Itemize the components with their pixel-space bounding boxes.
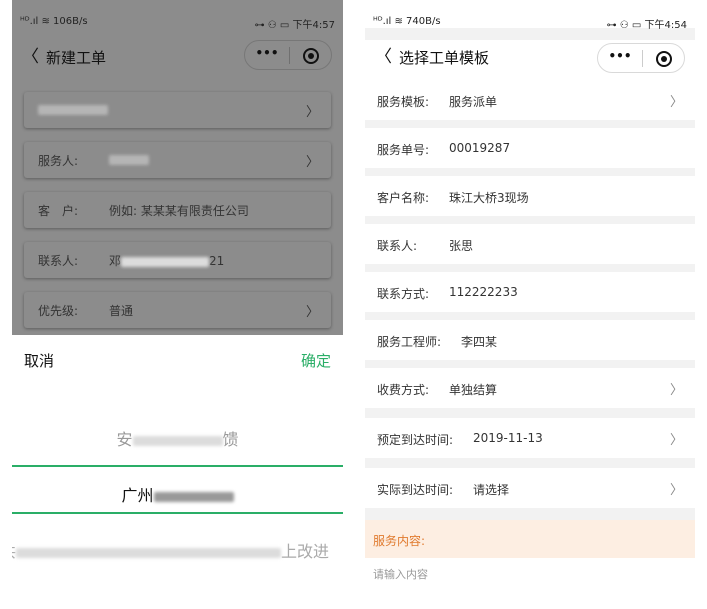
row-service-template[interactable]: 服务模板: 服务派单 〉 xyxy=(365,80,695,120)
row-customer-name: 客户名称: 珠江大桥3现场 xyxy=(365,176,695,216)
customer-input[interactable]: 例如: 某某某有限责任公司 xyxy=(109,202,249,219)
mini-program-capsule: ••• xyxy=(597,43,685,73)
row-value: 李四某 xyxy=(461,335,498,349)
row-service-engineer: 服务工程师: 李四某 xyxy=(365,320,695,360)
nav-bar: 〈 新建工单 ••• xyxy=(12,40,343,76)
row-scheduled-arrival[interactable]: 预定到达时间: 2019-11-13 〉 xyxy=(365,418,695,458)
form-row-priority[interactable]: 优先级: 普通 〉 xyxy=(24,292,331,328)
row-value: 00019287 xyxy=(449,141,511,155)
row-label: 服务单号: xyxy=(377,143,430,157)
chevron-right-icon: 〉 xyxy=(669,383,683,398)
priority-value: 普通 xyxy=(109,304,134,318)
picker-selection-line-bottom xyxy=(12,512,343,514)
row-service-number: 服务单号: 00019287 xyxy=(365,128,695,168)
picker-option[interactable]: 共上改进 xyxy=(12,538,331,562)
row-value: 服务派单 xyxy=(449,95,498,109)
right-phone-screen: ᴴᴰ.ıl ≋ 740B/s ⊶ ⚇ ▭ 下午4:54 〈 选择工单模板 •••… xyxy=(365,0,695,609)
row-contact-method: 联系方式: 112222233 xyxy=(365,272,695,312)
close-target-icon[interactable] xyxy=(656,51,672,67)
row-label: 服务工程师: xyxy=(377,335,442,349)
page-title: 选择工单模板 xyxy=(399,49,490,67)
row-label: 联系方式: xyxy=(377,287,430,301)
capsule-divider xyxy=(289,47,290,64)
signal-status: ᴴᴰ.ıl ≋ 106B/s xyxy=(20,16,88,27)
form-row-customer[interactable]: 客 户: 例如: 某某某有限责任公司 xyxy=(24,192,331,228)
form-row-service-person[interactable]: 服务人: 〉 xyxy=(24,142,331,178)
row-label: 预定到达时间: xyxy=(377,433,454,447)
row-value-redacted xyxy=(109,152,149,166)
nav-bar: 〈 选择工单模板 ••• xyxy=(365,40,695,80)
cancel-button[interactable]: 取消 xyxy=(24,350,54,371)
row-value: 珠江大桥3现场 xyxy=(449,191,529,205)
service-content-textarea[interactable]: 请输入内容 xyxy=(365,558,695,609)
row-contact: 联系人: 张思 xyxy=(365,224,695,264)
chevron-right-icon: 〉 xyxy=(669,433,683,448)
clock-status: ⊶ ⚇ ▭ 下午4:57 xyxy=(254,20,335,31)
signal-status: ᴴᴰ.ıl ≋ 740B/s xyxy=(373,16,441,27)
service-content-label: 服务内容: xyxy=(373,534,426,548)
contact-value-tail: 21 xyxy=(209,254,225,268)
form-row-category[interactable]: 〉 xyxy=(24,92,331,128)
row-label: 联系人: xyxy=(38,254,79,268)
status-bar: ᴴᴰ.ıl ≋ 740B/s ⊶ ⚇ ▭ 下午4:54 xyxy=(365,0,695,31)
row-value: 112222233 xyxy=(449,285,518,299)
chevron-right-icon: 〉 xyxy=(669,95,683,110)
picker-option[interactable]: 安馈 xyxy=(12,426,343,450)
row-label: 服务模板: xyxy=(377,95,430,109)
chevron-right-icon: 〉 xyxy=(305,155,319,170)
contact-value: 邓 21 xyxy=(109,252,224,269)
picker-selection-line-top xyxy=(12,465,343,467)
chevron-right-icon: 〉 xyxy=(305,105,319,120)
clock-status: ⊶ ⚇ ▭ 下午4:54 xyxy=(606,20,687,31)
status-bar: ᴴᴰ.ıl ≋ 106B/s ⊶ ⚇ ▭ 下午4:57 xyxy=(12,0,343,31)
row-label: 客户名称: xyxy=(377,191,430,205)
capsule-divider xyxy=(642,50,643,67)
row-value: 单独结算 xyxy=(449,383,498,397)
row-label: 联系人: xyxy=(377,239,418,253)
row-label: 收费方式: xyxy=(377,383,430,397)
row-charge-method[interactable]: 收费方式: 单独结算 〉 xyxy=(365,368,695,408)
row-label: 服务人: xyxy=(38,154,79,168)
back-arrow-icon[interactable]: 〈 xyxy=(22,46,39,68)
row-label: 客 户: xyxy=(38,204,79,218)
row-value: 2019-11-13 xyxy=(473,431,543,445)
row-value-redacted xyxy=(38,102,108,116)
confirm-button[interactable]: 确定 xyxy=(301,350,331,371)
chevron-right-icon: 〉 xyxy=(669,483,683,498)
chevron-right-icon: 〉 xyxy=(305,305,319,320)
row-value: 请选择 xyxy=(473,483,510,497)
picker-toolbar: 取消 确定 xyxy=(12,346,343,376)
row-value: 张思 xyxy=(449,239,474,253)
more-dots-icon[interactable]: ••• xyxy=(598,49,642,63)
row-label: 优先级: xyxy=(38,304,79,318)
page-title: 新建工单 xyxy=(46,49,107,67)
left-phone-screen: ᴴᴰ.ıl ≋ 106B/s ⊶ ⚇ ▭ 下午4:57 〈 新建工单 ••• 〉… xyxy=(12,0,343,609)
back-arrow-icon[interactable]: 〈 xyxy=(375,46,392,68)
mini-program-capsule: ••• xyxy=(244,40,332,70)
service-content-header: 服务内容: xyxy=(365,520,695,558)
picker-option-selected[interactable]: 广州 xyxy=(12,482,343,506)
close-target-icon[interactable] xyxy=(303,48,319,64)
row-actual-arrival[interactable]: 实际到达时间: 请选择 〉 xyxy=(365,468,695,508)
row-label: 实际到达时间: xyxy=(377,483,454,497)
form-row-contact[interactable]: 联系人: 邓 21 xyxy=(24,242,331,278)
more-dots-icon[interactable]: ••• xyxy=(245,46,289,60)
contact-value-head: 邓 xyxy=(109,254,122,268)
service-content-placeholder: 请输入内容 xyxy=(373,568,428,581)
